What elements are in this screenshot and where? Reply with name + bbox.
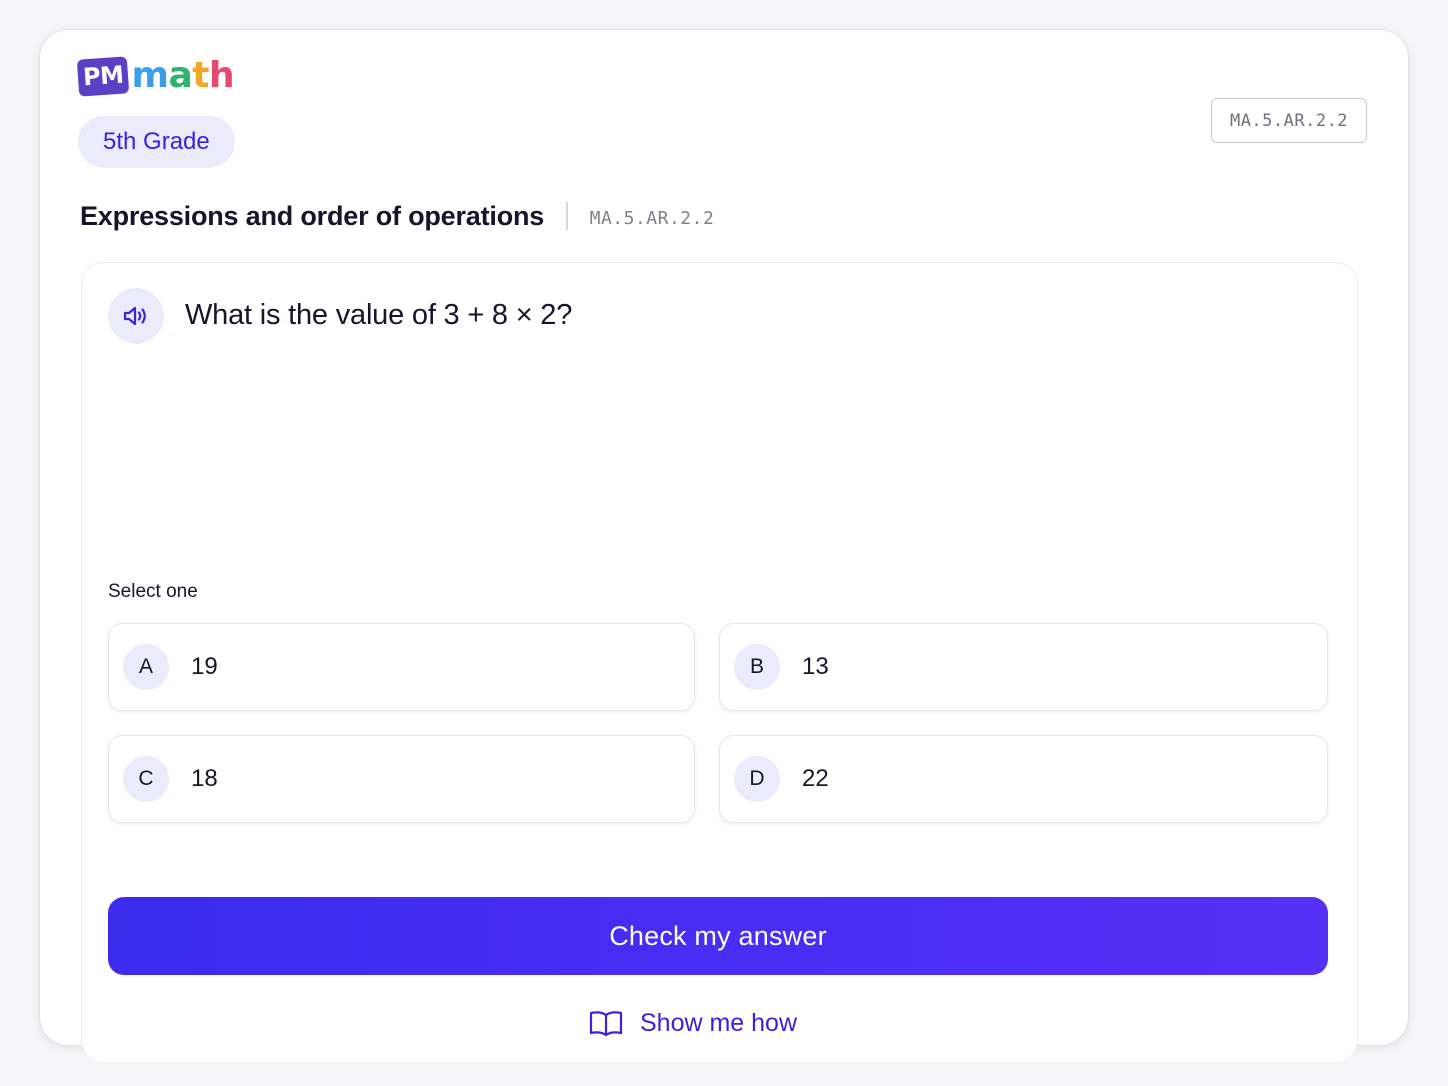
logo-badge: PM [76, 55, 130, 97]
standard-code-tag: MA.5.AR.2.2 [1211, 98, 1367, 143]
logo-letter: a [168, 55, 193, 96]
speaker-icon [123, 306, 146, 326]
read-aloud-button[interactable] [108, 288, 164, 344]
answer-choice-b[interactable]: B 13 [719, 623, 1328, 711]
answer-choice-d[interactable]: D 22 [719, 735, 1328, 823]
topic-standard-code: MA.5.AR.2.2 [589, 207, 715, 229]
logo-wordmark: math [131, 58, 234, 94]
choice-value: 19 [191, 653, 218, 680]
choice-value: 18 [191, 765, 218, 792]
question-card: PM math 5th Grade MA.5.AR.2.2 Expression… [40, 30, 1408, 1062]
answer-choice-c[interactable]: C 18 [108, 735, 695, 823]
topic-header: Expressions and order of operations MA.5… [80, 196, 714, 236]
choice-value: 13 [802, 653, 829, 680]
choice-letter-badge: C [123, 756, 169, 802]
show-me-how-link[interactable]: Show me how [589, 1003, 797, 1043]
logo-letter: m [131, 55, 169, 96]
choice-letter-badge: B [734, 644, 780, 690]
logo-letter: t [192, 55, 210, 96]
answer-choice-a[interactable]: A 19 [108, 623, 695, 711]
choice-value: 22 [802, 765, 829, 792]
topic-divider [566, 202, 568, 230]
pm-math-logo: PM math [76, 54, 235, 98]
topic-title: Expressions and order of operations [80, 200, 545, 231]
check-answer-button[interactable]: Check my answer [108, 897, 1328, 975]
book-icon [589, 1009, 623, 1037]
question-panel: What is the value of 3 + 8 × 2? Select o… [81, 262, 1358, 1062]
grade-badge: 5th Grade [78, 116, 235, 168]
choice-letter-badge: A [123, 644, 169, 690]
question-text: What is the value of 3 + 8 × 2? [185, 299, 573, 331]
show-me-how-label: Show me how [640, 1008, 798, 1037]
select-one-label: Select one [108, 581, 198, 602]
choice-letter-badge: D [734, 756, 780, 802]
logo-letter: h [209, 55, 235, 96]
